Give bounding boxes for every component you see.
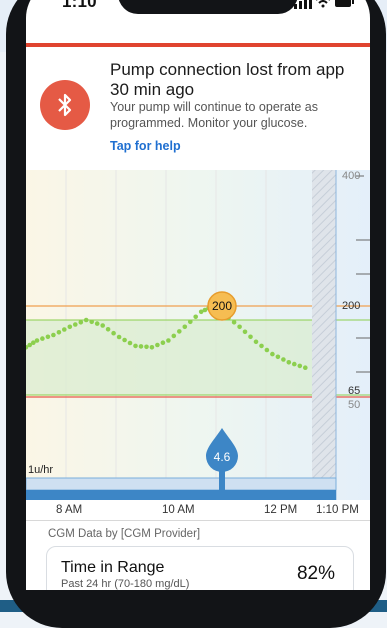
glucose-point-19 <box>122 337 127 343</box>
phone-screen: 1:10 Pump connection lost from app 30 mi… <box>26 0 370 590</box>
glucose-point-18 <box>116 334 122 340</box>
y-tick-50: 50 <box>348 399 360 411</box>
glucose-point-29 <box>177 329 182 334</box>
glucose-point-50 <box>281 357 286 362</box>
glucose-point-45 <box>253 339 259 345</box>
glucose-point-25 <box>155 342 160 348</box>
peak-label: 200 <box>212 299 232 313</box>
y-tick-65: 65 <box>348 385 360 397</box>
glucose-point-46 <box>259 343 264 349</box>
glucose-point-13 <box>89 319 94 325</box>
alert-accent-bar <box>26 43 370 47</box>
glucose-point-43 <box>242 329 248 335</box>
tap-for-help-link[interactable]: Tap for help <box>110 139 181 153</box>
wifi-icon <box>316 0 330 8</box>
glucose-point-17 <box>111 330 116 336</box>
x-label-8am: 8 AM <box>56 504 83 516</box>
alert-body: Your pump will continue to operate as pr… <box>110 100 319 130</box>
basal-label: 1u/hr <box>28 464 53 476</box>
glucose-point-51 <box>286 360 292 365</box>
divider <box>26 520 370 521</box>
battery-icon <box>335 0 354 7</box>
glucose-point-41 <box>231 320 237 325</box>
glucose-point-30 <box>182 324 188 330</box>
tir-subtitle: Past 24 hr (70-180 mg/dL) <box>61 578 190 590</box>
glucose-point-7 <box>56 330 62 335</box>
glucose-point-20 <box>127 340 133 346</box>
glucose-point-14 <box>94 321 100 326</box>
tir-title: Time in Range <box>61 559 165 576</box>
glucose-point-49 <box>275 354 281 360</box>
bluetooth-icon <box>40 80 90 130</box>
glucose-point-22 <box>138 344 144 349</box>
x-label-10am: 10 AM <box>162 504 195 516</box>
alert-title: Pump connection lost from app 30 min ago <box>110 60 345 99</box>
glucose-point-3 <box>34 338 40 343</box>
bolus-value: 4.6 <box>214 450 231 464</box>
peak-marker: 200 <box>207 291 237 321</box>
x-label-now: 1:10 PM <box>316 504 359 516</box>
glucose-point-16 <box>105 327 111 332</box>
glucose-point-44 <box>248 334 253 340</box>
glucose-point-28 <box>171 333 177 339</box>
glucose-point-48 <box>270 351 275 357</box>
phone-notch <box>118 0 298 14</box>
cellular-signal-icon <box>294 0 312 9</box>
glucose-point-6 <box>51 332 56 338</box>
future-hatch-area <box>312 170 336 500</box>
status-icons <box>294 0 354 9</box>
glucose-point-31 <box>188 319 193 325</box>
tir-percent: 82% <box>296 563 335 584</box>
glucose-point-26 <box>160 340 166 345</box>
glucose-point-42 <box>237 324 242 330</box>
glucose-point-53 <box>297 363 303 369</box>
cgm-provider-note: CGM Data by [CGM Provider] <box>48 528 201 540</box>
glucose-point-10 <box>73 322 78 327</box>
glucose-point-4 <box>40 336 45 341</box>
glucose-point-54 <box>303 365 308 370</box>
glucose-point-24 <box>149 345 155 350</box>
glucose-point-9 <box>67 324 73 330</box>
y-tick-200: 200 <box>342 300 360 312</box>
glucose-point-27 <box>166 338 171 343</box>
x-axis-labels: 8 AM 10 AM 12 PM 1:10 PM <box>26 500 370 522</box>
phone-frame: 1:10 Pump connection lost from app 30 mi… <box>6 0 386 628</box>
glucose-point-21 <box>133 343 138 349</box>
glucose-point-8 <box>62 327 67 332</box>
glucose-point-5 <box>45 334 51 340</box>
glucose-point-23 <box>144 344 149 350</box>
glucose-point-52 <box>292 361 297 367</box>
status-time: 1:10 <box>62 0 97 11</box>
glucose-point-15 <box>100 323 105 328</box>
glucose-chart[interactable]: 400 200 65 50 200 1u/hr 4.6 <box>26 170 370 500</box>
glucose-point-32 <box>193 314 198 320</box>
glucose-point-12 <box>83 317 89 323</box>
x-label-12pm: 12 PM <box>264 504 298 516</box>
time-in-range-card[interactable]: Time in Range Past 24 hr (70-180 mg/dL) … <box>46 546 354 590</box>
glucose-point-11 <box>78 320 84 325</box>
y-tick-400: 400 <box>342 170 360 182</box>
glucose-point-47 <box>264 347 270 353</box>
